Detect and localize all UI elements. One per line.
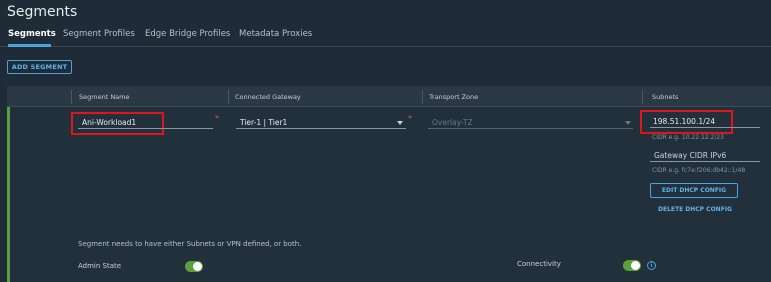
segment-name-underline xyxy=(78,128,213,129)
ipv6-underline xyxy=(650,161,760,162)
transport-zone-select: Overlay-TZ xyxy=(432,118,473,127)
connectivity-toggle[interactable] xyxy=(623,260,641,271)
tab-metadata-proxies[interactable]: Metadata Proxies xyxy=(239,29,312,39)
required-indicator: * xyxy=(408,114,412,123)
validation-note: Segment needs to have either Subnets or … xyxy=(78,240,302,248)
gateway-cidr-ipv6-input[interactable]: Gateway CIDR IPv6 xyxy=(654,151,726,160)
column-separator xyxy=(422,90,423,104)
tab-bar: Segments Segment Profiles Edge Bridge Pr… xyxy=(0,27,771,47)
admin-state-toggle[interactable] xyxy=(185,261,203,272)
admin-state-label: Admin State xyxy=(78,262,122,270)
info-icon[interactable]: i xyxy=(647,261,656,270)
column-separator xyxy=(642,90,643,104)
segment-name-input[interactable]: Ani-Workload1 xyxy=(82,118,136,127)
header-connected-gateway: Connected Gateway xyxy=(235,93,301,101)
tab-segment-profiles[interactable]: Segment Profiles xyxy=(63,29,135,39)
active-tab-indicator xyxy=(8,44,51,47)
gateway-select[interactable]: Tier-1 | Tier1 xyxy=(240,118,287,127)
tab-edge-bridge-profiles[interactable]: Edge Bridge Profiles xyxy=(145,29,230,39)
delete-dhcp-config-link[interactable]: DELETE DHCP CONFIG xyxy=(658,206,732,213)
chevron-down-icon[interactable] xyxy=(397,121,403,125)
table-header: Segment Name Connected Gateway Transport… xyxy=(7,86,771,107)
subnet-input[interactable]: 198.51.100.1/24 xyxy=(653,117,715,126)
page-title: Segments xyxy=(7,4,78,20)
subnet-help-text: CIDR e.g. 10.22.12.2/23 xyxy=(652,134,724,141)
header-segment-name: Segment Name xyxy=(79,93,130,101)
connectivity-label: Connectivity xyxy=(517,260,561,268)
header-subnets: Subnets xyxy=(652,93,679,101)
edit-dhcp-config-button[interactable]: EDIT DHCP CONFIG xyxy=(650,183,738,198)
transport-zone-underline xyxy=(428,128,633,129)
tab-segments[interactable]: Segments xyxy=(8,29,56,39)
column-separator xyxy=(228,90,229,104)
row-status-bar xyxy=(7,107,10,282)
subnet-underline xyxy=(650,127,760,128)
gateway-underline xyxy=(236,128,406,129)
ipv6-help-text: CIDR e.g. fc7e:f206:db42::1/48 xyxy=(652,167,746,174)
header-transport-zone: Transport Zone xyxy=(429,93,479,101)
add-segment-button[interactable]: ADD SEGMENT xyxy=(7,60,72,74)
column-separator xyxy=(71,90,72,104)
required-indicator: * xyxy=(215,114,219,123)
chevron-down-icon xyxy=(625,121,631,125)
